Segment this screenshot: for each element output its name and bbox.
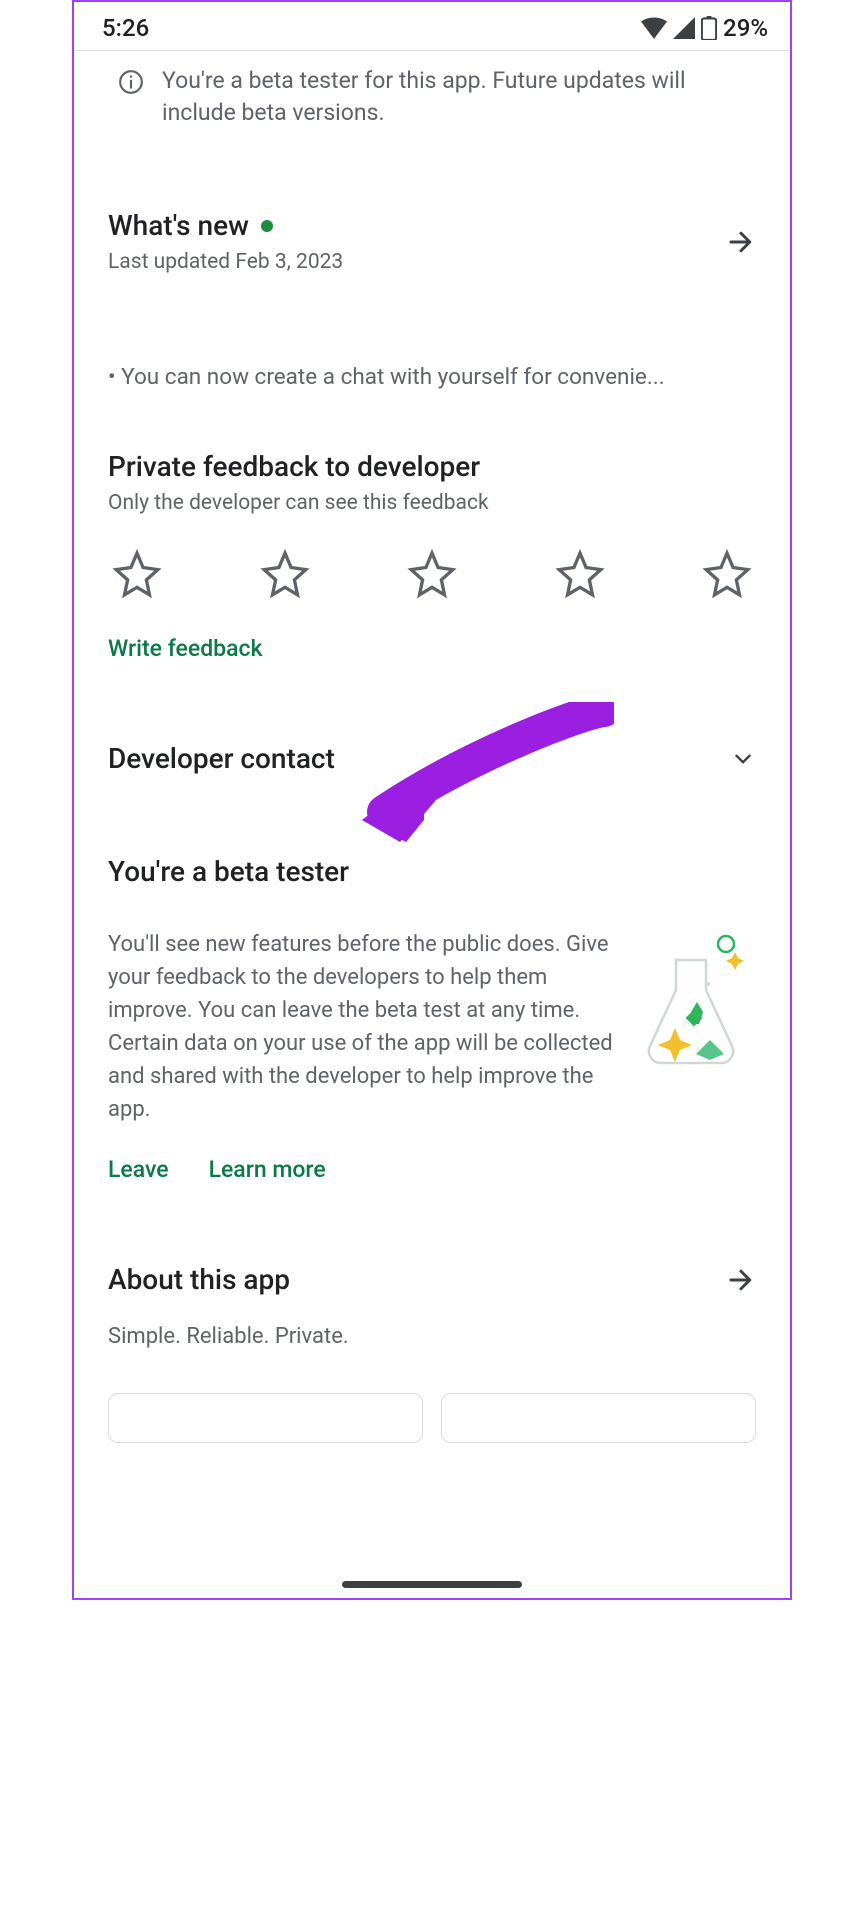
battery-percent: 29% <box>723 14 768 42</box>
status-icons: 29% <box>641 14 768 42</box>
beta-banner-text: You're a beta tester for this app. Futur… <box>162 65 756 129</box>
nav-gesture-pill[interactable] <box>342 1581 522 1588</box>
changelog-text: • You can now create a chat with yoursel… <box>108 274 756 390</box>
arrow-right-icon[interactable] <box>726 227 756 257</box>
beta-banner: You're a beta tester for this app. Futur… <box>108 51 756 149</box>
write-feedback-link[interactable]: Write feedback <box>108 599 756 662</box>
tag-chips <box>108 1349 756 1443</box>
status-bar: 5:26 29% <box>74 2 790 50</box>
developer-contact-section[interactable]: Developer contact <box>108 662 756 775</box>
learn-more-link[interactable]: Learn more <box>209 1156 326 1183</box>
tag-chip[interactable] <box>108 1393 423 1443</box>
star-1[interactable] <box>112 549 162 599</box>
feedback-section: Private feedback to developer Only the d… <box>108 390 756 662</box>
status-time: 5:26 <box>102 14 149 42</box>
star-2[interactable] <box>260 549 310 599</box>
chevron-down-icon[interactable] <box>730 746 756 772</box>
new-indicator-dot <box>261 220 273 232</box>
star-3[interactable] <box>407 549 457 599</box>
beta-tester-body: You'll see new features before the publi… <box>108 928 618 1126</box>
feedback-sub: Only the developer can see this feedback <box>108 491 756 515</box>
cell-signal-icon <box>673 17 695 39</box>
about-section[interactable]: About this app Simple. Reliable. Private… <box>108 1183 756 1349</box>
about-desc: Simple. Reliable. Private. <box>108 1296 756 1349</box>
developer-contact-title: Developer contact <box>108 742 335 775</box>
battery-icon <box>701 16 717 40</box>
about-title: About this app <box>108 1263 290 1296</box>
beta-tester-section: You're a beta tester You'll see new feat… <box>108 775 756 1183</box>
phone-frame: 5:26 29% You're a beta tester for this a… <box>72 0 792 1600</box>
wifi-icon <box>641 17 667 39</box>
whats-new-label: What's new <box>108 209 249 242</box>
whats-new-updated: Last updated Feb 3, 2023 <box>108 250 343 274</box>
whats-new-title: What's new <box>108 209 343 242</box>
tag-chip[interactable] <box>441 1393 756 1443</box>
beta-tester-title: You're a beta tester <box>108 855 756 888</box>
star-4[interactable] <box>555 549 605 599</box>
whats-new-section[interactable]: What's new Last updated Feb 3, 2023 • Yo… <box>108 149 756 390</box>
leave-beta-button[interactable]: Leave <box>108 1156 169 1183</box>
info-icon <box>118 69 144 95</box>
arrow-right-icon[interactable] <box>726 1265 756 1295</box>
feedback-title: Private feedback to developer <box>108 450 756 483</box>
rating-stars <box>108 515 756 599</box>
beta-flask-illustration <box>636 928 756 1126</box>
star-5[interactable] <box>702 549 752 599</box>
